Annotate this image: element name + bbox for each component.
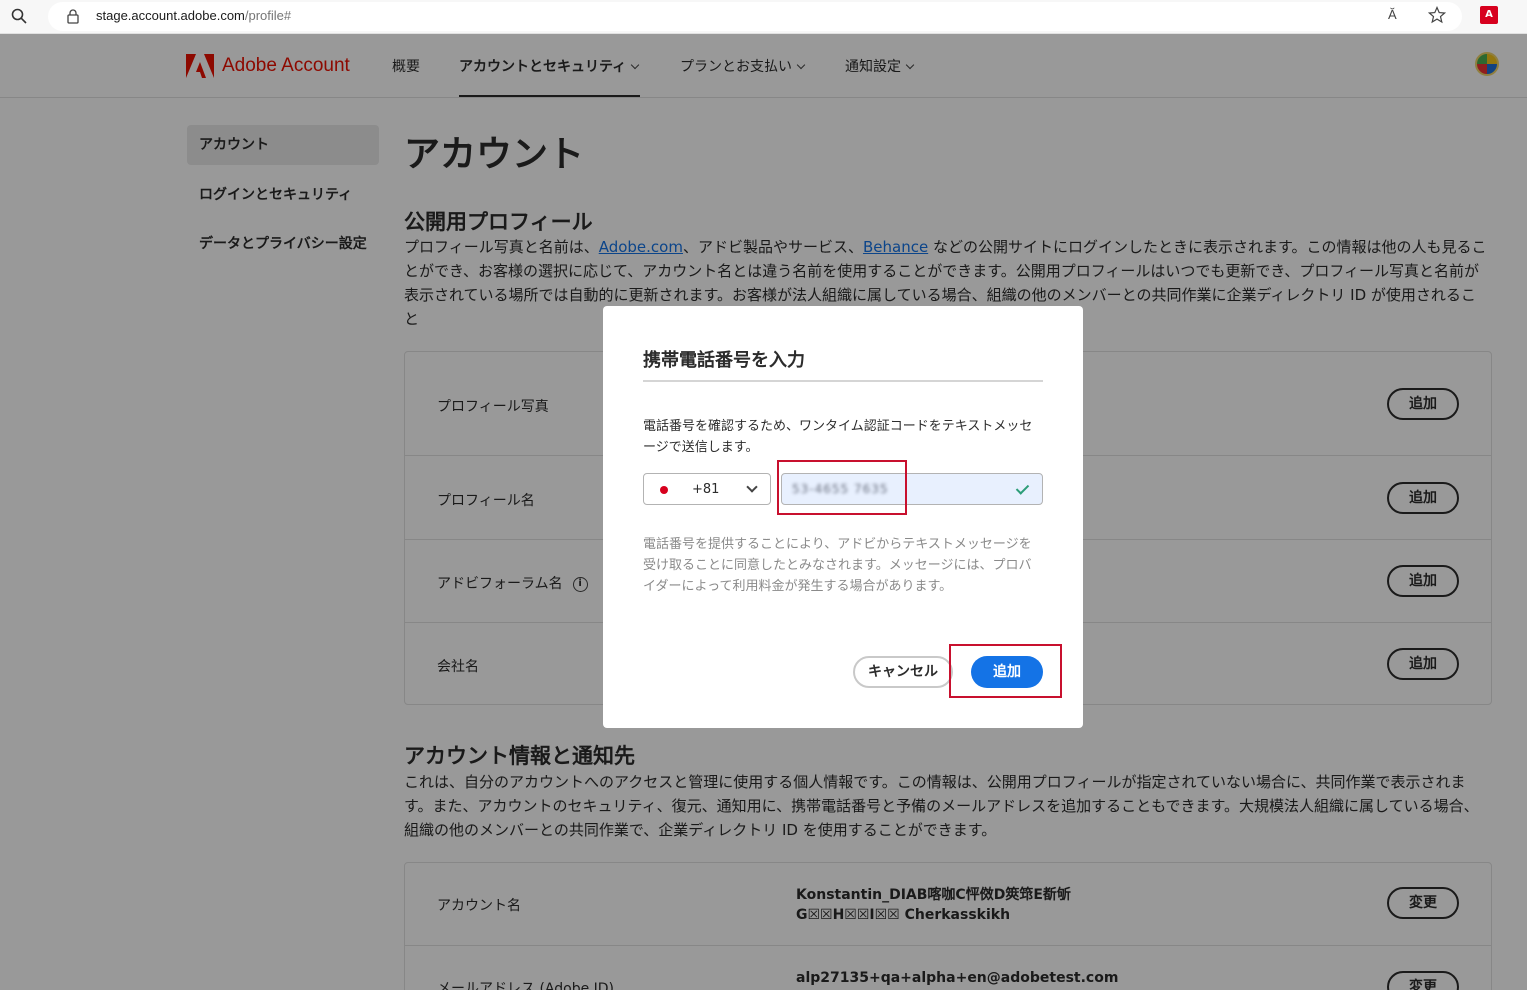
cancel-button[interactable]: キャンセル <box>853 656 953 688</box>
dialog-description: 電話番号を確認するため、ワンタイム認証コードをテキストメッセージで送信します。 <box>643 419 1033 455</box>
dialog-title: 携帯電話番号を入力 <box>643 350 805 371</box>
japan-flag-icon <box>660 486 668 494</box>
chevron-down-icon <box>746 481 758 493</box>
dialog-consent-note: 電話番号を提供することにより、アドビからテキストメッセージを受け取ることに同意し… <box>643 537 1032 594</box>
search-icon[interactable] <box>10 7 28 25</box>
address-bar[interactable]: stage.account.adobe.com/profile# Ă <box>48 2 1462 31</box>
lock-icon[interactable] <box>66 8 80 24</box>
country-code-value: +81 <box>692 482 720 497</box>
phone-number-dialog: 携帯電話番号を入力 電話番号を確認するため、ワンタイム認証コードをテキストメッセ… <box>603 306 1083 728</box>
favorite-star-icon[interactable] <box>1428 6 1446 24</box>
add-button-highlight <box>949 644 1062 698</box>
phone-input-highlight <box>777 460 907 515</box>
browser-toolbar: stage.account.adobe.com/profile# Ă A <box>0 0 1527 34</box>
country-code-select[interactable]: +81 <box>643 473 771 505</box>
url-host: stage.account.adobe.com <box>96 8 245 23</box>
acrobat-extension-icon[interactable]: A <box>1480 6 1498 24</box>
url-text[interactable]: stage.account.adobe.com/profile# <box>96 8 291 23</box>
checkmark-icon <box>1015 481 1030 495</box>
dialog-divider <box>643 380 1043 382</box>
url-path: /profile# <box>244 8 292 23</box>
read-aloud-icon[interactable]: Ă <box>1388 7 1397 22</box>
